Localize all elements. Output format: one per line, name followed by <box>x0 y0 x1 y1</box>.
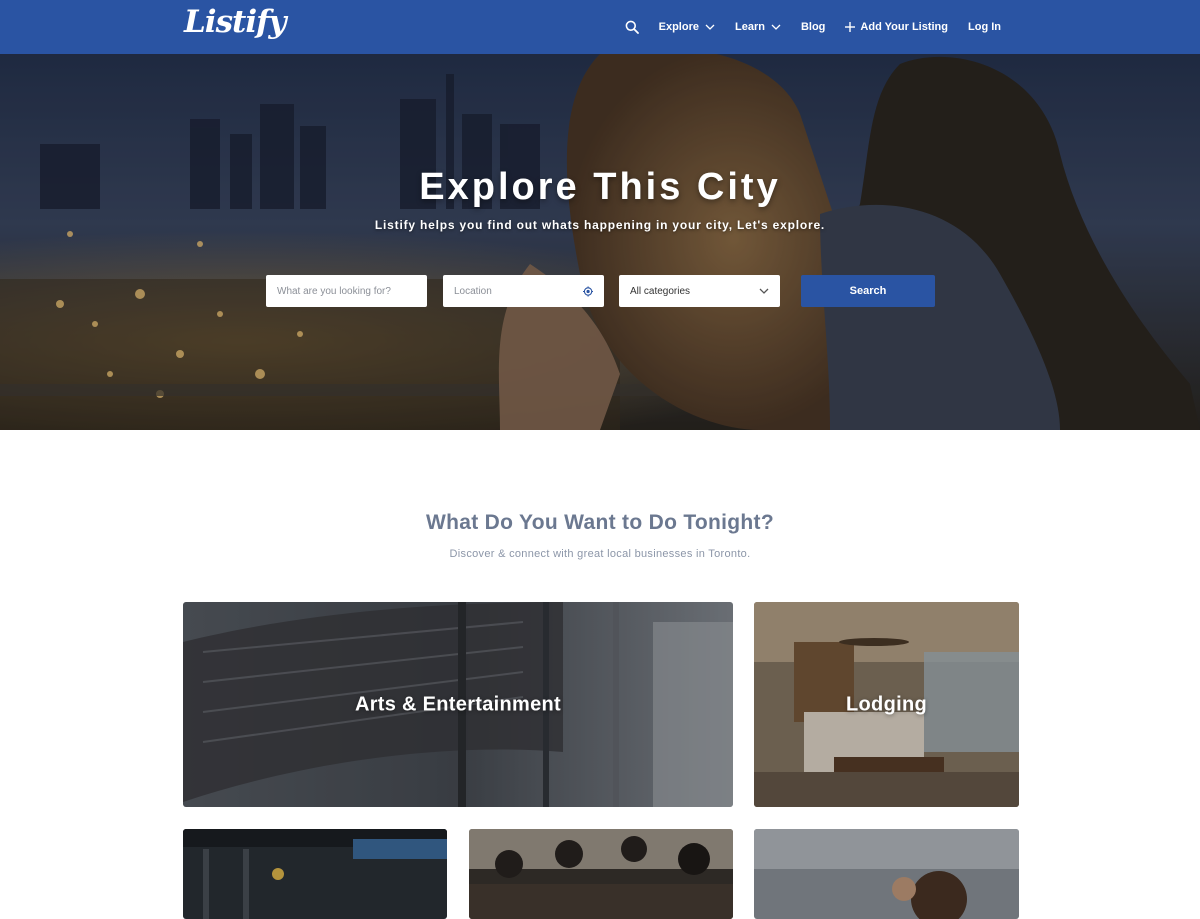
category-photo <box>754 829 1019 919</box>
locate-icon[interactable] <box>582 285 593 297</box>
location-field[interactable] <box>443 275 604 307</box>
category-label: Lodging <box>846 693 927 715</box>
top-navbar: Listify Explore Learn Blog Add Your List… <box>0 0 1200 54</box>
section-subtitle: Discover & connect with great local busi… <box>449 548 751 560</box>
chevron-down-icon <box>771 24 781 30</box>
hero-background-photo <box>0 54 1200 430</box>
category-select-value: All categories <box>630 285 691 297</box>
nav-learn[interactable]: Learn <box>735 21 781 33</box>
category-card-lodging[interactable]: Lodging <box>754 602 1019 807</box>
category-photo <box>469 829 733 919</box>
main-menu: Explore Learn Blog Add Your Listing Log … <box>625 0 1001 54</box>
chevron-down-icon <box>759 288 769 294</box>
keyword-search-input[interactable] <box>277 285 416 297</box>
section-title: What Do You Want to Do Tonight? <box>426 511 774 534</box>
hero-banner: Explore This City Listify helps you find… <box>0 54 1200 430</box>
nav-explore[interactable]: Explore <box>659 21 715 33</box>
nav-learn-label: Learn <box>734 21 765 33</box>
hero-subtitle: Listify helps you find out whats happeni… <box>374 218 826 232</box>
nav-blog[interactable]: Blog <box>801 21 825 33</box>
category-card-5[interactable] <box>754 829 1019 919</box>
category-card-arts-entertainment[interactable]: Arts & Entertainment <box>183 602 733 807</box>
nav-add-listing-label: Add Your Listing <box>860 21 948 33</box>
category-photo <box>183 829 447 919</box>
listify-logo[interactable]: Listify <box>184 4 286 40</box>
keyword-search-field[interactable] <box>266 275 427 307</box>
chevron-down-icon <box>705 24 715 30</box>
category-card-4[interactable] <box>469 829 733 919</box>
hero-title: Explore This City <box>419 166 781 208</box>
category-label: Arts & Entertainment <box>354 693 562 715</box>
nav-explore-label: Explore <box>658 21 699 33</box>
nav-login[interactable]: Log In <box>968 21 1001 33</box>
category-card-3[interactable] <box>183 829 447 919</box>
search-icon[interactable] <box>625 20 639 34</box>
category-select[interactable]: All categories <box>619 275 780 307</box>
search-button[interactable]: Search <box>801 275 935 307</box>
plus-icon <box>845 22 856 32</box>
location-input[interactable] <box>454 285 583 297</box>
nav-add-listing[interactable]: Add Your Listing <box>845 21 948 33</box>
